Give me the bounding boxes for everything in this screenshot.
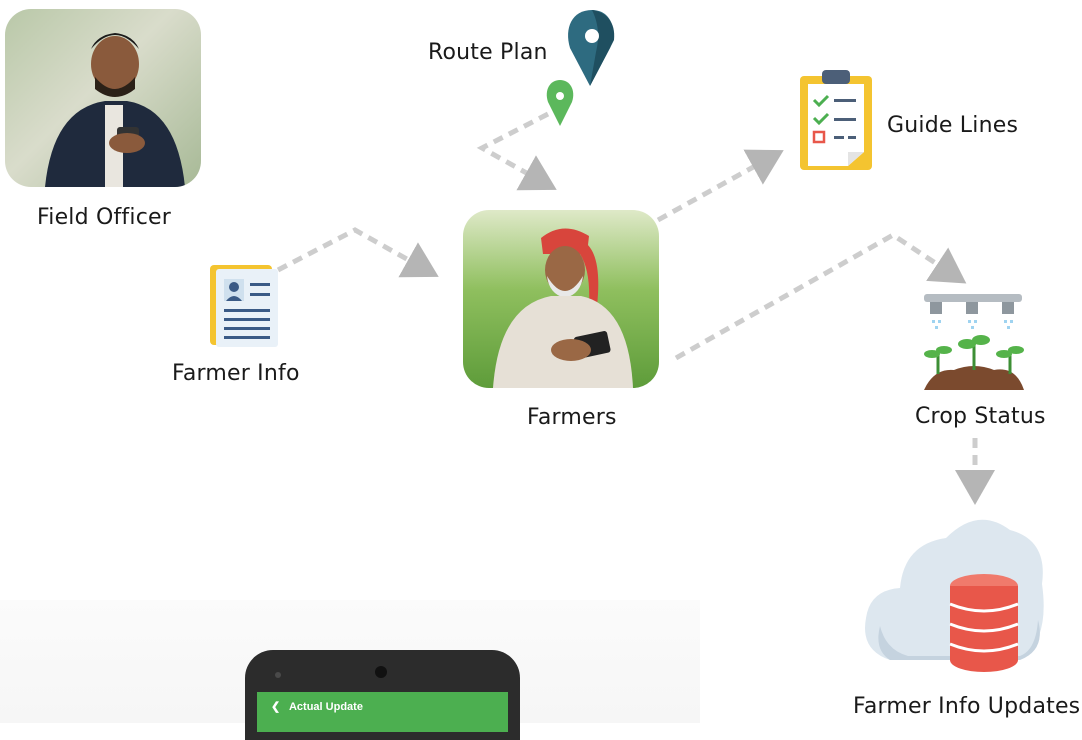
clipboard-checklist-icon <box>800 70 872 170</box>
phone-speaker <box>275 672 281 678</box>
arrow-farmers-to-guidelines <box>656 149 784 223</box>
phone-camera <box>375 666 387 678</box>
crop-status-label: Crop Status <box>915 404 1046 429</box>
phone-screen: ❮ Actual Update <box>257 692 508 732</box>
phone-mockup: ❮ Actual Update <box>245 650 520 740</box>
farmers-label: Farmers <box>527 405 617 430</box>
farmers-photo <box>463 210 659 388</box>
cloud-database-icon <box>865 519 1044 672</box>
farmer-figure <box>493 228 633 388</box>
guide-lines-label: Guide Lines <box>887 113 1019 138</box>
arrow-farmers-to-crop <box>674 232 967 361</box>
phone-header-title: Actual Update <box>288 701 363 713</box>
farmer-info-label: Farmer Info <box>172 361 300 386</box>
field-officer-label: Field Officer <box>37 205 171 230</box>
phone-header: ❮ Actual Update <box>271 700 363 713</box>
field-officer-figure <box>45 33 185 187</box>
arrow-route-to-farmers <box>476 111 557 191</box>
id-card-icon <box>210 265 278 347</box>
field-officer-photo <box>5 9 201 187</box>
route-plan-label: Route Plan <box>428 40 548 65</box>
farmer-info-updates-label: Farmer Info Updates <box>853 694 1081 719</box>
arrow-info-to-farmers <box>276 227 439 278</box>
back-arrow-icon[interactable]: ❮ <box>271 701 280 713</box>
map-pin-icon <box>546 10 615 126</box>
sprinkler-plants-icon <box>924 294 1024 390</box>
